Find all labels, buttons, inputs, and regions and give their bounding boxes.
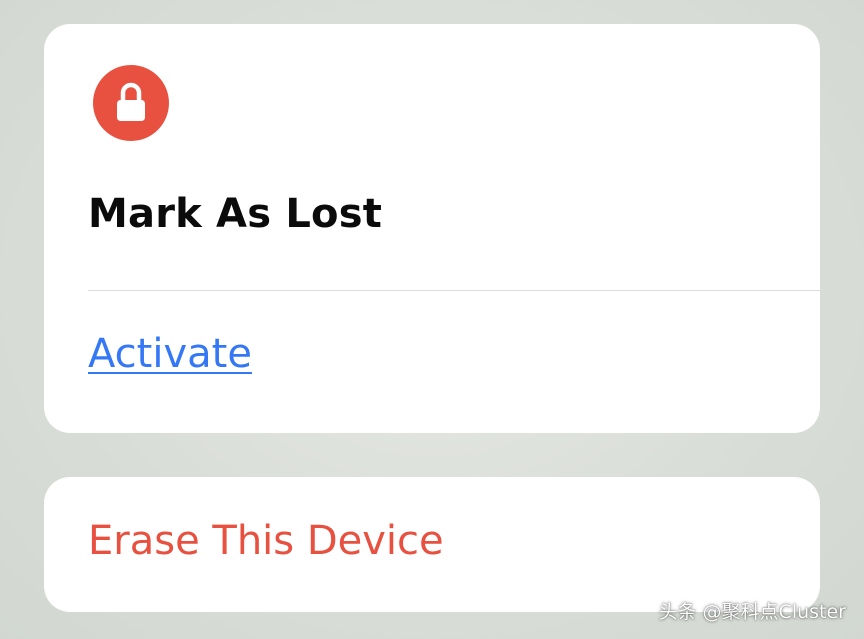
card-title: Mark As Lost <box>88 191 383 237</box>
lock-badge <box>93 65 169 141</box>
erase-device-card: Erase This Device <box>44 477 820 612</box>
lock-icon <box>117 82 145 121</box>
divider <box>88 290 820 291</box>
activate-link[interactable]: Activate <box>88 331 252 377</box>
mark-as-lost-card: Mark As Lost Activate <box>44 24 820 433</box>
erase-device-button[interactable]: Erase This Device <box>88 518 444 564</box>
watermark: 头条 @聚科点Cluster <box>658 601 846 623</box>
